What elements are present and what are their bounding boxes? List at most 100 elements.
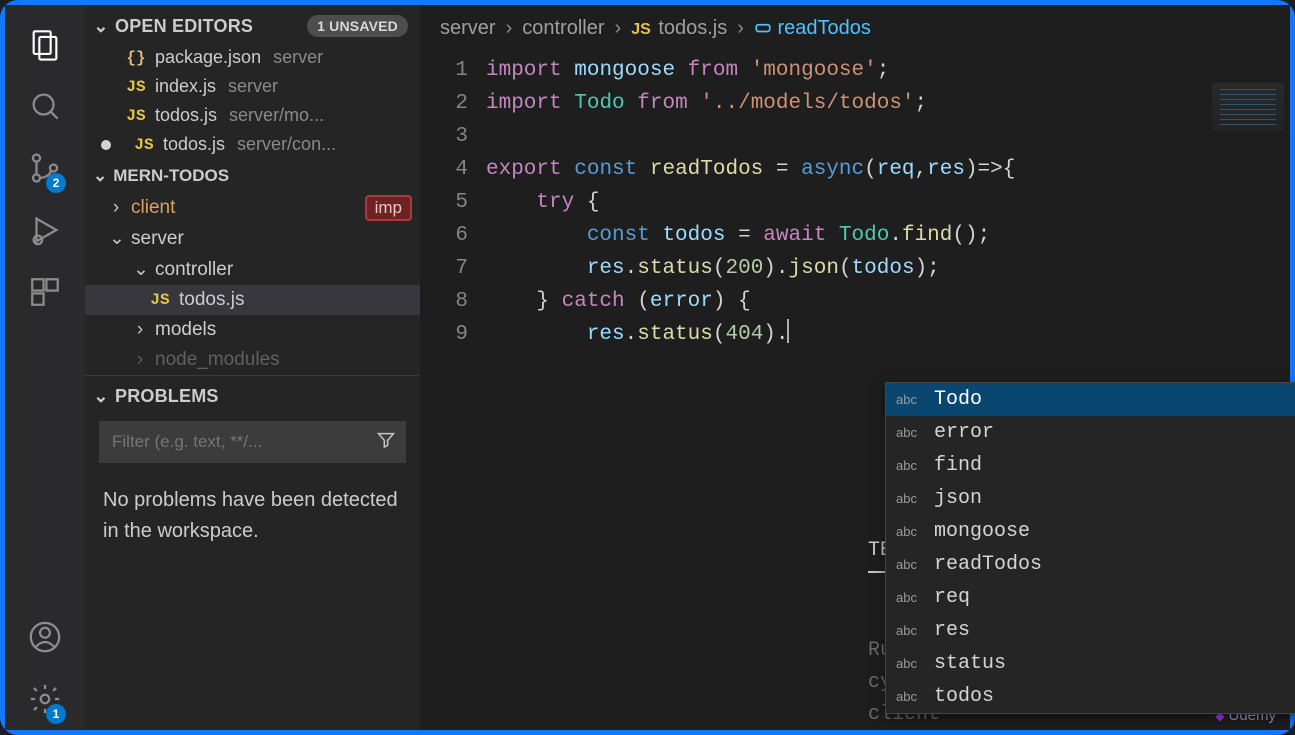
breadcrumb-item[interactable]: controller <box>522 17 604 40</box>
open-editors-title: OPEN EDITORS <box>115 16 253 37</box>
open-editor-item[interactable]: JStodos.jsserver/con... <box>85 130 420 159</box>
file-icon: JS <box>125 78 147 96</box>
tree-label: client <box>131 197 175 219</box>
explorer-icon[interactable] <box>20 13 70 75</box>
file-name: package.json <box>155 47 261 68</box>
chevron-icon: ⌄ <box>109 227 123 250</box>
dirty-dot-icon <box>101 140 111 150</box>
suggest-kind-icon: abc <box>896 623 924 638</box>
suggest-item[interactable]: abc error <box>886 416 1295 449</box>
tree-row[interactable]: › node_modules <box>85 345 420 375</box>
suggest-kind-icon: abc <box>896 689 924 704</box>
suggest-label: error <box>934 421 994 444</box>
file-icon: JS <box>133 136 155 154</box>
file-location: server <box>228 76 278 97</box>
scm-badge: 2 <box>46 173 66 193</box>
folder-root-header[interactable]: ⌄ MERN-TODOS <box>85 159 420 193</box>
suggest-label: req <box>934 586 970 609</box>
suggest-kind-icon: abc <box>896 458 924 473</box>
search-icon[interactable] <box>20 75 70 137</box>
open-editor-item[interactable]: {} package.json server <box>85 43 420 72</box>
file-name: index.js <box>155 76 216 97</box>
file-icon: JS <box>125 107 147 125</box>
chevron-down-icon: ⌄ <box>93 166 107 186</box>
suggest-label: readTodos <box>934 553 1042 576</box>
line-gutter: 123456789 <box>420 54 486 351</box>
breadcrumb-file[interactable]: todos.js <box>658 17 727 39</box>
chevron-down-icon: ⌄ <box>93 386 109 407</box>
tree-row[interactable]: ⌄ server <box>85 223 420 254</box>
problems-header[interactable]: ⌄ PROBLEMS <box>85 376 420 413</box>
suggest-kind-icon: abc <box>896 557 924 572</box>
chevron-right-icon: › <box>737 17 744 40</box>
suggest-item[interactable]: abc Todo <box>886 383 1295 416</box>
suggest-kind-icon: abc <box>896 425 924 440</box>
imp-badge: imp <box>365 195 412 221</box>
suggest-label: Todo <box>934 388 982 411</box>
suggest-label: find <box>934 454 982 477</box>
filter-icon[interactable] <box>376 430 396 455</box>
problems-empty-message: No problems have been detected in the wo… <box>85 471 420 561</box>
tree-label: todos.js <box>179 289 244 311</box>
breadcrumb-item[interactable]: server <box>440 17 496 40</box>
suggest-item[interactable]: abc status <box>886 647 1295 680</box>
open-editor-item[interactable]: JS index.js server <box>85 72 420 101</box>
tree-row[interactable]: JS todos.js <box>85 285 420 315</box>
suggest-kind-icon: abc <box>896 392 924 407</box>
suggest-item[interactable]: abcres <box>886 614 1295 647</box>
sidebar: ⌄ OPEN EDITORS 1 UNSAVED {} package.json s… <box>85 5 420 730</box>
code-editor[interactable]: 123456789 import mongoose from 'mongoose… <box>420 50 1290 351</box>
open-editor-item[interactable]: JS todos.js server/mo... <box>85 101 420 130</box>
account-icon[interactable] <box>20 606 70 668</box>
suggest-label: status <box>934 652 1006 675</box>
settings-gear-icon[interactable]: 1 <box>20 668 70 730</box>
chevron-icon: › <box>109 197 123 219</box>
tree-label: node_modules <box>155 349 280 371</box>
suggest-kind-icon: abc <box>896 590 924 605</box>
file-name: todos.js <box>163 134 225 155</box>
tree-label: models <box>155 319 216 341</box>
suggest-item[interactable]: abcjson <box>886 482 1295 515</box>
breadcrumb[interactable]: server › controller › JS todos.js › read… <box>420 5 1290 50</box>
file-icon: {} <box>125 49 147 67</box>
tree-row[interactable]: ⌄controller <box>85 254 420 285</box>
chevron-right-icon: › <box>506 17 513 40</box>
suggest-item[interactable]: abcfind <box>886 449 1295 482</box>
tree-row[interactable]: › models <box>85 315 420 345</box>
settings-badge: 1 <box>46 704 66 724</box>
minimap[interactable] <box>1212 83 1284 131</box>
file-location: server/mo... <box>229 105 324 126</box>
suggest-item[interactable]: abc todos <box>886 680 1295 713</box>
debug-icon[interactable] <box>20 199 70 261</box>
extensions-icon[interactable] <box>20 261 70 323</box>
suggest-label: mongoose <box>934 520 1030 543</box>
suggest-label: todos <box>934 685 994 708</box>
source-control-icon[interactable]: 2 <box>20 137 70 199</box>
file-icon: JS <box>149 291 171 309</box>
file-name: todos.js <box>155 105 217 126</box>
problems-filter-input[interactable] <box>99 421 406 463</box>
suggest-kind-icon: abc <box>896 656 924 671</box>
suggest-kind-icon: abc <box>896 524 924 539</box>
autocomplete-popup[interactable]: abcTodoabcerrorabcfindabcjsonabcmongoose… <box>885 382 1295 714</box>
chevron-icon: ⌄ <box>133 258 147 281</box>
suggest-item[interactable]: abc readTodos <box>886 548 1295 581</box>
tree-row[interactable]: › client imp <box>85 193 420 223</box>
open-editors-header[interactable]: ⌄ OPEN EDITORS 1 UNSAVED <box>85 5 420 43</box>
problems-title: PROBLEMS <box>115 386 219 407</box>
file-location: server <box>273 47 323 68</box>
suggest-item[interactable]: abc mongoose <box>886 515 1295 548</box>
breadcrumb-symbol[interactable]: readTodos <box>754 17 871 40</box>
suggest-kind-icon: abc <box>896 491 924 506</box>
chevron-icon: › <box>133 349 147 371</box>
suggest-label: res <box>934 619 970 642</box>
suggest-label: json <box>934 487 982 510</box>
code-lines[interactable]: import mongoose from 'mongoose';import T… <box>486 54 1290 351</box>
folder-name: MERN-TODOS <box>113 166 229 186</box>
activity-bar: 2 1 <box>5 5 85 730</box>
tree-label: server <box>131 228 184 250</box>
suggest-item[interactable]: abcreq <box>886 581 1295 614</box>
chevron-right-icon: › <box>615 17 622 40</box>
js-icon: JS <box>631 21 651 38</box>
chevron-icon: › <box>133 319 147 341</box>
